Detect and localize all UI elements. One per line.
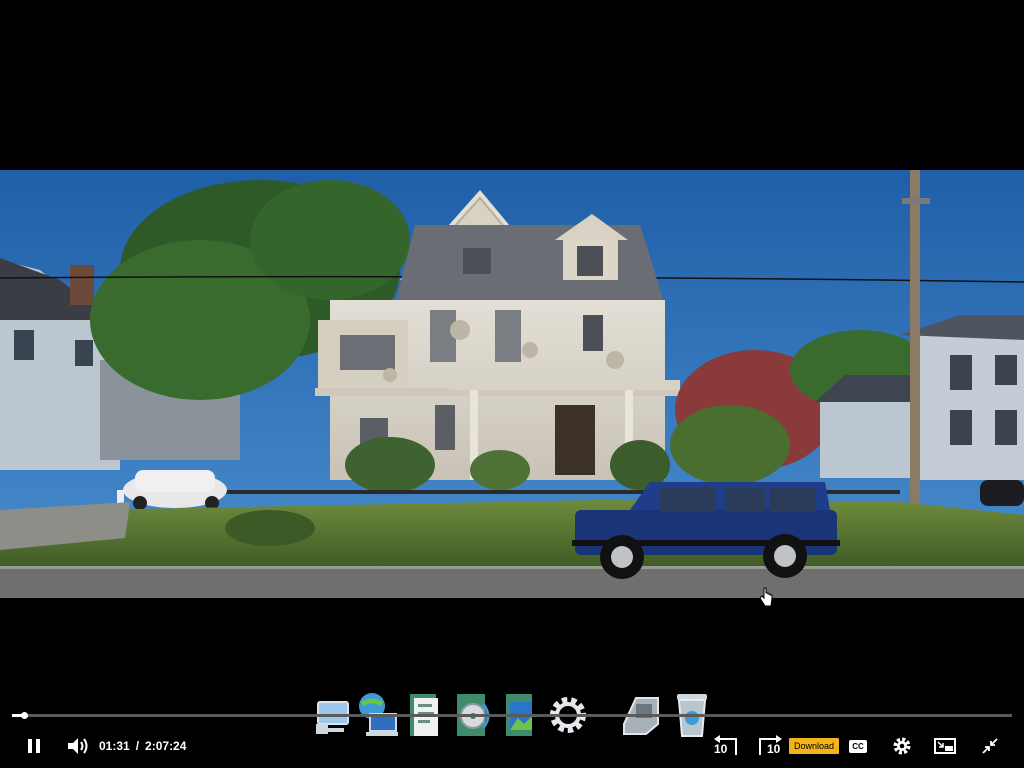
gear-icon xyxy=(893,737,911,755)
progress-bar[interactable] xyxy=(12,712,1012,719)
video-scene xyxy=(0,170,1024,598)
exit-fullscreen-button[interactable] xyxy=(978,730,1002,762)
cc-label: CC xyxy=(849,739,867,753)
video-player[interactable]: 10 10 Download CC 01:31 / 2:07:24 xyxy=(0,0,1024,768)
rewind-10-button[interactable]: 10 xyxy=(710,730,742,762)
forward-seconds-label: 10 xyxy=(767,742,781,756)
hand-cursor-icon xyxy=(759,587,773,607)
download-button[interactable]: Download xyxy=(788,730,840,762)
video-frame[interactable] xyxy=(0,170,1024,598)
time-display: 01:31 / 2:07:24 xyxy=(99,730,186,762)
speaker-icon xyxy=(68,738,88,754)
progress-handle[interactable] xyxy=(21,712,28,719)
time-separator: / xyxy=(135,739,140,753)
forward-10-button[interactable]: 10 xyxy=(754,730,786,762)
exit-fullscreen-icon xyxy=(982,738,998,754)
pause-icon xyxy=(28,739,40,753)
pause-button[interactable] xyxy=(22,730,46,762)
settings-button[interactable] xyxy=(890,730,914,762)
volume-button[interactable] xyxy=(66,730,90,762)
download-label: Download xyxy=(788,738,840,754)
captions-button[interactable]: CC xyxy=(846,730,870,762)
pip-icon xyxy=(934,738,956,754)
current-time: 01:31 xyxy=(99,739,130,753)
picture-in-picture-button[interactable] xyxy=(932,730,958,762)
rewind-seconds-label: 10 xyxy=(714,742,728,756)
total-duration: 2:07:24 xyxy=(145,739,187,753)
